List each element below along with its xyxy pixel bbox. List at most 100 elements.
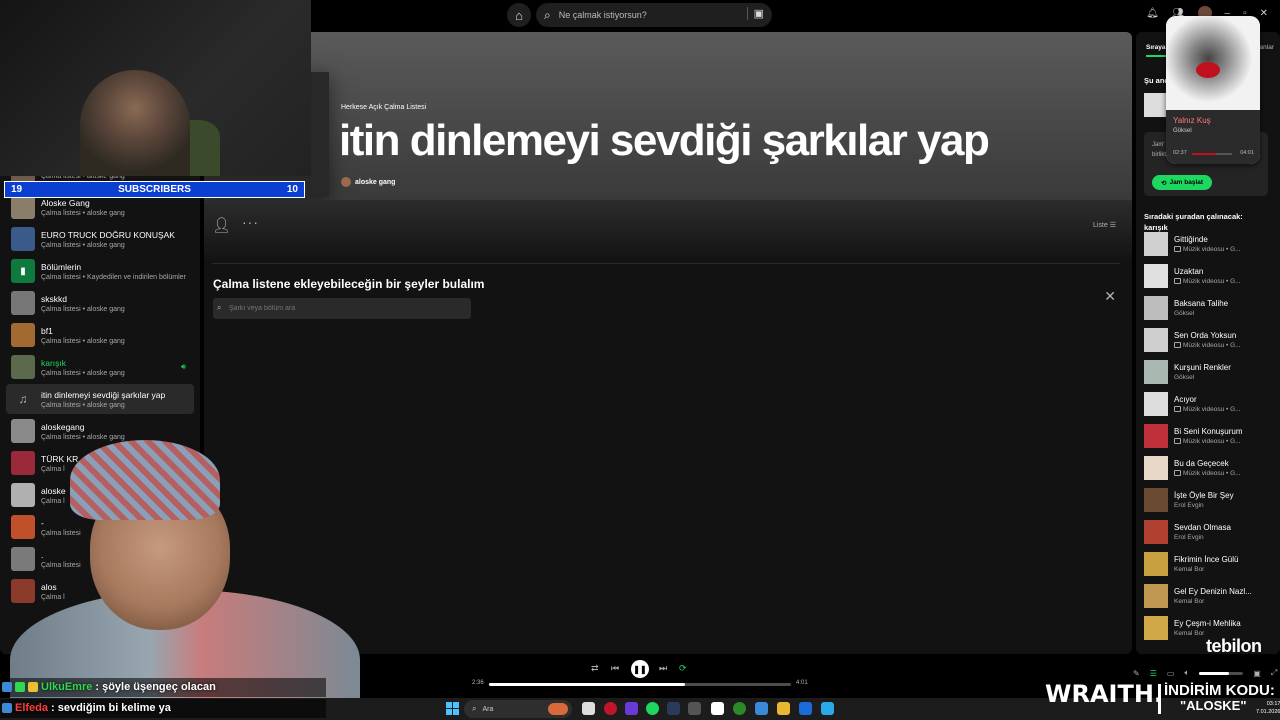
sidebar-item[interactable]: EURO TRUCK DOĞRU KONUŞAK Çalma listesi • … (6, 224, 194, 254)
queue-item-text: Sevdan Olmasa Erol Evgin (1174, 523, 1231, 541)
sidebar-item[interactable]: bf1 Çalma listesi • aloske gang (6, 320, 194, 350)
queue-item[interactable]: Kurşuni Renkler Göksel (1144, 359, 1274, 385)
sidebar-item[interactable]: ♫ itin dinlemeyi sevdiği şarkılar yap Çalm… (6, 384, 194, 414)
chat-text: : sevdiğim bi kelime ya (51, 702, 171, 714)
queue-item[interactable]: Sen Orda Yoksun Müzik videosu • G... (1144, 327, 1274, 353)
queue-item-subtitle-text: Kemal Bor (1174, 598, 1205, 605)
list-icon: ☰ (1109, 222, 1116, 229)
mini-elapsed: 02:37 (1173, 150, 1187, 156)
search-icon: ⌕ (217, 303, 222, 312)
sidebar-item[interactable]: skskkd Çalma listesi • aloske gang (6, 288, 194, 318)
queue-item[interactable]: Bi Seni Konuşurum Müzik videosu • G... (1144, 423, 1274, 449)
sidebar-item-text: itin dinlemeyi sevdiği şarkılar yap Çalma… (41, 390, 165, 409)
playlist-title[interactable]: itin dinlemeyi sevdiği şarkılar yap (339, 116, 990, 166)
view-toggle[interactable]: Liste ☰ (1093, 221, 1116, 229)
taskbar-search[interactable]: ⌕ Ara (464, 700, 572, 718)
queue-item-title: Sen Orda Yoksun (1174, 331, 1237, 340)
opera-icon[interactable] (604, 702, 617, 715)
shuffle-icon[interactable]: ⇄ (591, 663, 599, 674)
queue-item[interactable]: Fikrimin İnce Gülü Kemal Bor (1144, 551, 1274, 577)
volume-fill (1199, 671, 1230, 675)
task-view-icon[interactable] (582, 702, 595, 715)
queue-item-title: Gel Ey Denizin Nazl... (1174, 587, 1252, 596)
queue-icon[interactable]: ☰ (1150, 669, 1157, 678)
pause-button[interactable]: ❚❚ (631, 660, 649, 678)
tab-recent[interactable]: anlar (1260, 44, 1274, 51)
clock-date: 7.01.2026 (1256, 709, 1280, 715)
queue-item[interactable]: Gittiğinde Müzik videosu • G... (1144, 231, 1274, 257)
video-icon (1174, 278, 1181, 284)
playlist-owner[interactable]: aloske gang (341, 177, 395, 187)
sidebar-item[interactable]: ▮ Bölümlerin Çalma listesi • Kaydedilen ve… (6, 256, 194, 286)
repeat-icon[interactable]: ⟳ (679, 663, 687, 674)
chat-overlay: UlkuEmre: şöyle üşengeç olacan Elfeda: se… (0, 678, 330, 720)
close-icon[interactable]: ✕ (1104, 288, 1116, 305)
bell-icon[interactable]: 🔔︎ (1146, 8, 1159, 20)
start-jam-button[interactable]: ⟲ Jam başlat (1152, 175, 1213, 190)
queue-item-title: İşte Öyle Bir Şey (1174, 491, 1234, 500)
volume-icon[interactable]: 🔈︎ (1184, 668, 1189, 678)
queue-item[interactable]: Uzaktan Müzik videosu • G... (1144, 263, 1274, 289)
mic-icon[interactable]: ✎ (1133, 669, 1140, 678)
browse-icon[interactable]: ▣ (746, 7, 764, 20)
next-icon[interactable]: ⏭︎ (659, 663, 667, 674)
queue-item-subtitle-text: Göksel (1174, 374, 1195, 381)
mini-player[interactable]: Yalnız Kuş Göksel 02:37 04:01 (1166, 16, 1260, 164)
sidebar-item[interactable]: karışık Çalma listesi • aloske gang 🔊︎ (6, 352, 194, 382)
app2-icon[interactable] (821, 702, 834, 715)
queue-item[interactable]: Baksana Talihe Göksel (1144, 295, 1274, 321)
search-input[interactable]: ⌕ Ne çalmak istiyorsun? ▣ (536, 3, 772, 27)
windows-start-icon[interactable] (446, 702, 459, 715)
add-user-icon[interactable]: 👤︎ (212, 216, 231, 234)
queue-item-text: Uzaktan Müzik videosu • G... (1174, 267, 1241, 285)
sidebar-item-text: aloskegang Çalma listesi • aloske gang (41, 422, 125, 441)
queue-item[interactable]: Acıyor Müzik videosu • G... (1144, 391, 1274, 417)
epic-icon[interactable] (711, 702, 724, 715)
clock[interactable]: 03:17 7.01.2026 (1256, 700, 1280, 716)
queue-item-subtitle: Müzik videosu • G... (1174, 406, 1241, 413)
find-songs-input[interactable] (213, 298, 471, 319)
mini-player-info: Yalnız Kuş Göksel 02:37 04:01 (1166, 110, 1260, 164)
discord-icon[interactable] (625, 702, 638, 715)
queue-item-text: Ey Çeşm-i Mehlika Kemal Bor (1174, 619, 1241, 637)
mini-track-title: Yalnız Kuş (1173, 116, 1211, 125)
sidebar-item-title: bf1 (41, 325, 53, 336)
home-button[interactable]: ⌂ (507, 3, 531, 27)
man-cap-image (70, 440, 220, 520)
queue-item[interactable]: Bu da Geçecek Müzik videosu • G... (1144, 455, 1274, 481)
queue-item-subtitle: Müzik videosu • G... (1174, 278, 1241, 285)
more-options-icon[interactable]: ··· (242, 214, 259, 230)
fullscreen-icon[interactable]: ⤢ (1271, 668, 1277, 678)
progress-bar[interactable] (489, 683, 791, 686)
promo-code: "ALOSKE" (1180, 698, 1247, 713)
queue-item-subtitle: Müzik videosu • G... (1174, 470, 1241, 477)
steam-icon[interactable] (667, 702, 680, 715)
app-icon[interactable] (688, 702, 701, 715)
mini-progress-bar[interactable] (1192, 153, 1232, 155)
previous-icon[interactable]: ⏮︎ (611, 663, 619, 674)
queue-item-text: Gittiğinde Müzik videosu • G... (1174, 235, 1241, 253)
edge-icon[interactable] (755, 702, 768, 715)
search-highlight-icon (548, 703, 568, 715)
folder-icon[interactable] (777, 702, 790, 715)
queue-item-text: Acıyor Müzik videosu • G... (1174, 395, 1241, 413)
volume-slider[interactable] (1199, 671, 1244, 675)
subs-label: SUBSCRIBERS (118, 184, 191, 195)
queue-item[interactable]: Gel Ey Denizin Nazl... Kemal Bor (1144, 583, 1274, 609)
miniplayer-icon[interactable]: ▣ (1253, 669, 1261, 678)
badge-icon (15, 682, 25, 692)
queue-item[interactable]: Sevdan Olmasa Erol Evgin (1144, 519, 1274, 545)
spotify-icon[interactable] (646, 702, 659, 715)
close-window-icon[interactable]: ✕ (1260, 8, 1268, 20)
pause-icon: ❚❚ (633, 664, 647, 674)
queue-item-subtitle: Kemal Bor (1174, 566, 1238, 573)
xbox-icon[interactable] (733, 702, 746, 715)
owner-name[interactable]: aloske gang (355, 179, 395, 186)
queue-item-text: Fikrimin İnce Gülü Kemal Bor (1174, 555, 1238, 573)
now-playing-thumb[interactable] (1144, 93, 1168, 117)
store-icon[interactable] (799, 702, 812, 715)
device-icon[interactable]: ▭ (1167, 669, 1175, 678)
queue-item[interactable]: İşte Öyle Bir Şey Erol Evgin (1144, 487, 1274, 513)
chat-text: : şöyle üşengeç olacan (95, 681, 216, 693)
subs-left: 19 (11, 184, 23, 195)
